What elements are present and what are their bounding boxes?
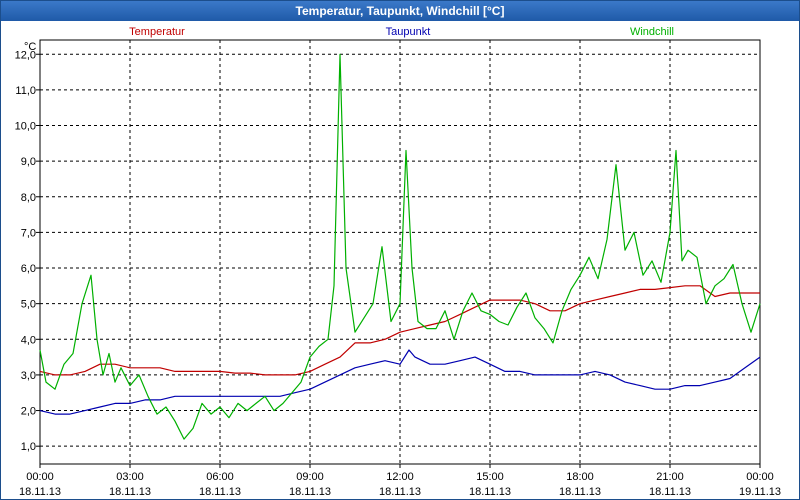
x-tick-date: 18.11.13 (379, 486, 421, 498)
x-tick-time: 15:00 (476, 471, 504, 483)
legend: Temperatur Taupunkt Windchill (129, 26, 674, 38)
y-tick-label: 5,0 (21, 299, 36, 311)
x-tick-time: 03:00 (116, 471, 144, 483)
y-axis-unit: °C (24, 41, 36, 53)
legend-entry-temperatur: Temperatur (129, 26, 185, 38)
x-tick-date: 18.11.13 (109, 486, 151, 498)
y-tick-label: 9,0 (21, 156, 36, 168)
y-tick-label: 7,0 (21, 227, 36, 239)
y-tick-label: 8,0 (21, 192, 36, 204)
x-tick-date: 18.11.13 (649, 486, 691, 498)
x-tick-time: 12:00 (386, 471, 414, 483)
y-axis-ticks: 1,02,03,04,05,06,07,08,09,010,011,012,0 (15, 49, 40, 453)
y-tick-label: 11,0 (15, 85, 36, 97)
x-tick-date: 18.11.13 (559, 486, 601, 498)
y-tick-label: 4,0 (21, 334, 36, 346)
y-tick-label: 1,0 (21, 441, 36, 453)
x-tick-time: 09:00 (296, 471, 324, 483)
y-tick-label: 3,0 (21, 370, 36, 382)
x-tick-date: 18.11.13 (469, 486, 511, 498)
x-tick-time: 06:00 (206, 471, 234, 483)
x-tick-time: 00:00 (746, 471, 774, 483)
x-tick-date: 19.11.13 (739, 486, 781, 498)
x-tick-time: 00:00 (26, 471, 54, 483)
x-tick-date: 18.11.13 (199, 486, 241, 498)
y-tick-label: 10,0 (15, 121, 36, 133)
x-tick-date: 18.11.13 (289, 486, 331, 498)
line-chart: 1,02,03,04,05,06,07,08,09,010,011,012,0 … (15, 26, 781, 498)
x-axis-ticks: 00:00 18.11.13 03:00 18.11.13 06:00 18.11.13 0… (19, 464, 781, 498)
y-tick-label: 2,0 (21, 406, 36, 418)
y-tick-label: 6,0 (21, 263, 36, 275)
legend-entry-windchill: Windchill (630, 26, 674, 38)
legend-entry-taupunkt: Taupunkt (386, 26, 431, 38)
x-tick-time: 21:00 (656, 471, 684, 483)
x-tick-time: 18:00 (566, 471, 594, 483)
x-tick-date: 18.11.13 (19, 486, 61, 498)
